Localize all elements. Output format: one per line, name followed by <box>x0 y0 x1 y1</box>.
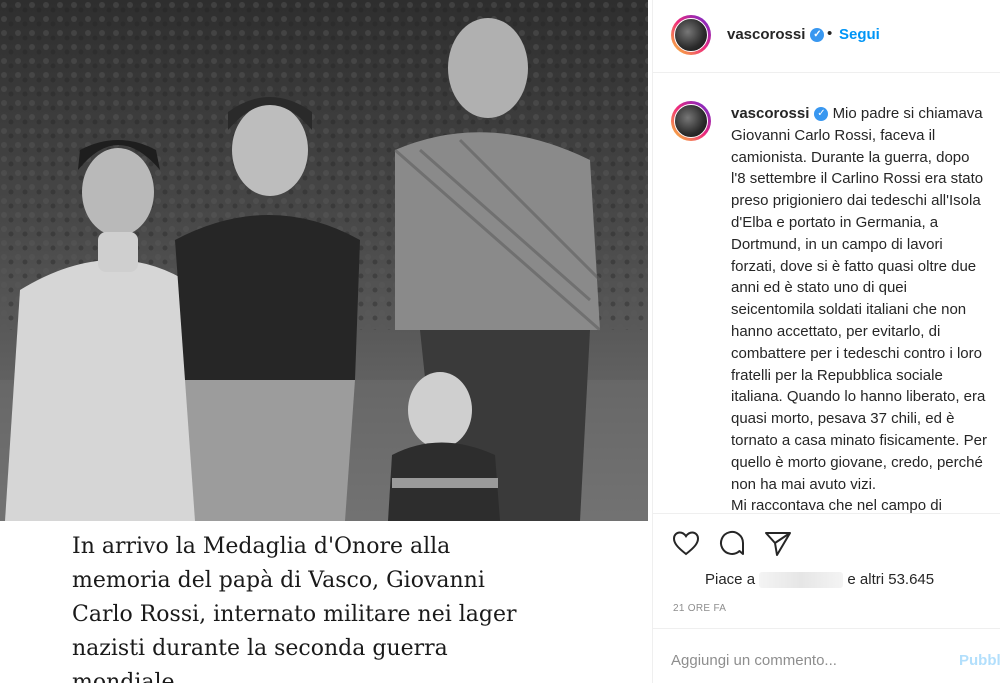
comment-line: seicentomila soldati italiani che non <box>731 301 967 319</box>
post-header: vascorossi ✓ • Segui <box>653 0 1000 73</box>
publish-button[interactable]: Pubblica <box>959 652 1000 669</box>
comment-line: Giovanni Carlo Rossi, faceva il <box>731 126 936 144</box>
comments-section[interactable]: vascorossi ✓ Mio padre si chiamava Giovan… <box>653 73 1000 513</box>
caption-comment: vascorossi ✓ Mio padre si chiamava Giovan… <box>731 103 1000 513</box>
verified-badge-icon: ✓ <box>810 28 825 43</box>
comment-line: quello è morto giovane, credo, perché <box>731 453 983 471</box>
blurred-username <box>759 572 844 589</box>
header-username[interactable]: vascorossi <box>727 26 805 43</box>
comment-line: preso prigioniero dai tedeschi all'Isola <box>731 192 981 210</box>
comment-line: Mi raccontava che nel campo di <box>731 497 942 513</box>
likes-count[interactable]: e altri 53.645 <box>847 571 934 588</box>
caption-line: mondiale. <box>72 670 182 683</box>
post-sidebar: vascorossi ✓ • Segui vascorossi ✓ Mio padr… <box>652 0 1000 683</box>
caption-line: nazisti durante la seconda guerra <box>72 636 448 661</box>
likes-summary[interactable]: Piace a e altri 53.645 <box>705 571 934 589</box>
post-actions: Piace a e altri 53.645 21 ORE FA <box>653 513 1000 627</box>
add-comment-bar: Aggiungi un commento... Pubblica <box>653 628 1000 684</box>
follow-button[interactable]: Segui <box>839 26 880 43</box>
photo-caption: In arrivo la Medaglia d'Onore alla memor… <box>72 530 532 683</box>
verified-badge-icon: ✓ <box>814 107 829 122</box>
avatar[interactable] <box>671 101 711 141</box>
comment-line: tornato a casa minato fisicamente. Per <box>731 431 987 449</box>
post-timestamp[interactable]: 21 ORE FA <box>673 603 726 614</box>
heart-icon[interactable] <box>671 528 701 558</box>
comment-line: combattere per i tedeschi contro i loro <box>731 344 982 362</box>
comment-username[interactable]: vascorossi <box>731 105 809 122</box>
family-photo-illustration <box>0 0 648 521</box>
avatar[interactable] <box>671 15 711 55</box>
family-photo[interactable] <box>0 0 648 521</box>
comment-line: d'Elba e portato in Germania, a <box>731 213 939 231</box>
caption-line: In arrivo la Medaglia d'Onore alla <box>72 534 451 559</box>
caption-line: memoria del papà di Vasco, Giovanni <box>72 568 485 593</box>
separator-dot: • <box>827 25 833 42</box>
comment-line: forzati, dove si è fatto quasi oltre due <box>731 257 977 275</box>
comment-line: Dortmund, in un campo di lavori <box>731 235 943 253</box>
comment-bubble-icon[interactable] <box>717 528 747 558</box>
comment-line: l'8 settembre il Carlino Rossi era stato <box>731 170 984 188</box>
comment-line: italiana. Quando lo hanno liberato, era <box>731 388 986 406</box>
add-comment-input[interactable]: Aggiungi un commento... <box>671 652 837 669</box>
comment-line: quasi morto, pesava 37 chili, ed è <box>731 410 955 428</box>
comment-line: hanno accettato, per evitarlo, di <box>731 322 941 340</box>
post-media[interactable]: In arrivo la Medaglia d'Onore alla memor… <box>0 0 652 683</box>
comment-line: camionista. Durante la guerra, dopo <box>731 148 970 166</box>
paper-plane-icon[interactable] <box>763 528 793 558</box>
comment-line: anni ed è stato uno di quei <box>731 279 907 297</box>
caption-line: Carlo Rossi, internato militare nei lage… <box>72 602 517 627</box>
likes-prefix: Piace a <box>705 571 756 588</box>
comment-line: Mio padre si chiamava <box>832 105 983 122</box>
header-username-link[interactable]: vascorossi ✓ <box>727 26 825 43</box>
comment-line: fratelli per la Repubblica sociale <box>731 366 943 384</box>
comment-line: non ha mai avuto vizi. <box>731 475 877 493</box>
